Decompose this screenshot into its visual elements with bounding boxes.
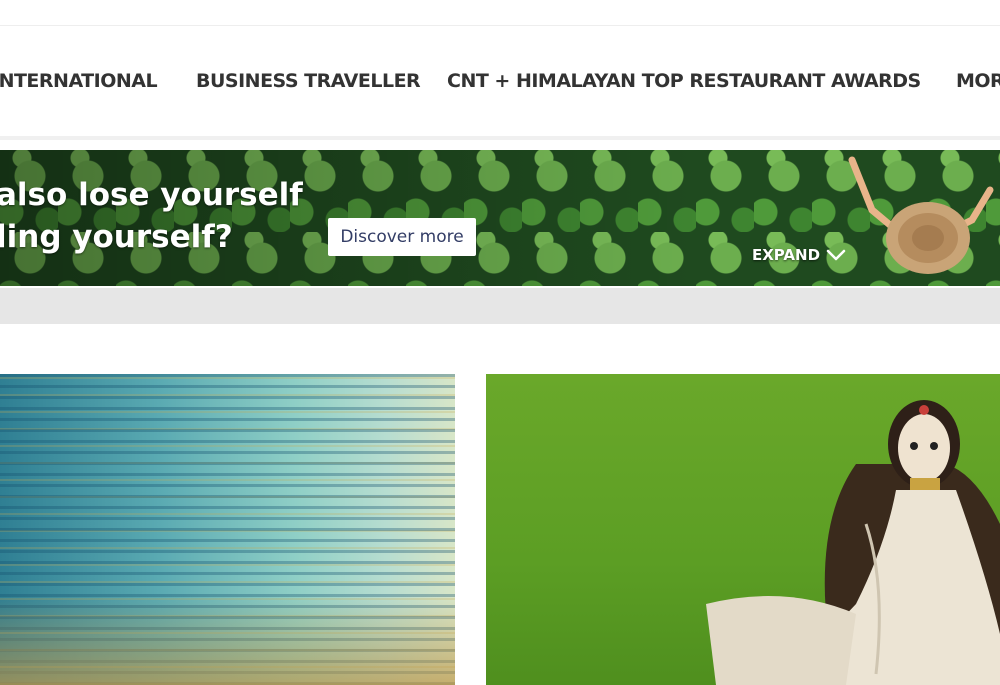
expand-button[interactable]: EXPAND [752, 246, 846, 264]
discover-more-button[interactable]: Discover more [328, 218, 476, 256]
nav-item-restaurant-awards[interactable]: CNT + HIMALAYAN TOP RESTAURANT AWARDS [447, 70, 921, 92]
page: INTERNATIONAL BUSINESS TRAVELLER CNT + H… [0, 0, 1000, 685]
banner-hat-figure-image [848, 156, 994, 274]
banner-headline-line-1: also lose yourself [0, 177, 303, 213]
ad-bottom-band [0, 288, 1000, 324]
banner-headline: also lose yourself ling yourself? [0, 174, 303, 258]
nav-item-more[interactable]: MORE [956, 70, 1000, 92]
article-image-water [0, 374, 455, 685]
article-card-right[interactable] [486, 374, 1000, 685]
expand-label: EXPAND [752, 246, 821, 264]
banner-headline-line-2: ling yourself? [0, 219, 233, 255]
nav-item-business-traveller[interactable]: BUSINESS TRAVELLER [196, 70, 421, 92]
article-card-left[interactable] [0, 374, 455, 685]
main-navigation: INTERNATIONAL BUSINESS TRAVELLER CNT + H… [0, 58, 1000, 108]
nav-divider [0, 136, 1000, 140]
nav-item-international[interactable]: INTERNATIONAL [0, 70, 158, 92]
browser-top-strip [0, 0, 1000, 26]
article-image-doll [706, 400, 1000, 685]
chevron-down-icon [826, 249, 846, 261]
